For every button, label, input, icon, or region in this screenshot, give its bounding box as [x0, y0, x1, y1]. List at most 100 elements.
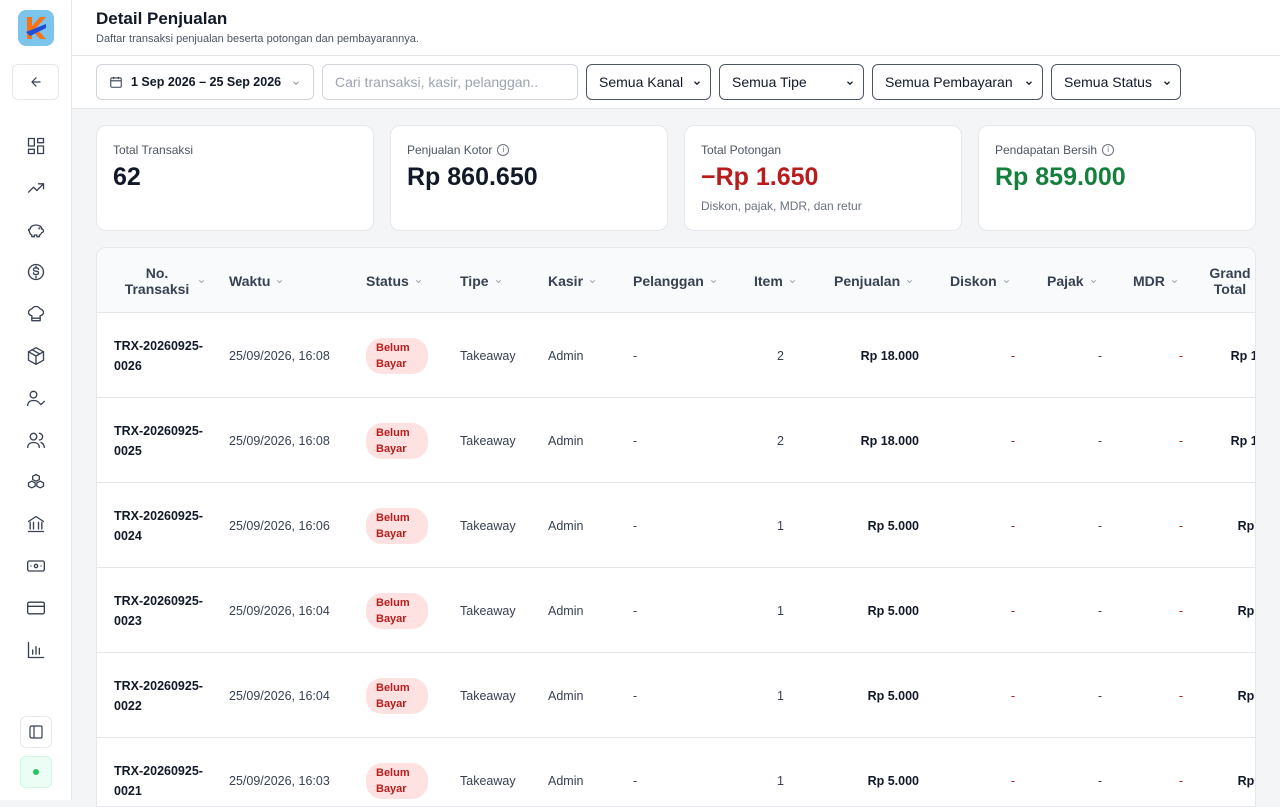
- cell-discount: -: [1010, 518, 1015, 533]
- status-badge: Belum Bayar: [366, 422, 428, 459]
- cell-type: Takeaway: [460, 518, 516, 533]
- cell-trx: TRX-20260925-0021: [114, 763, 203, 798]
- bar-chart-icon: [27, 641, 45, 659]
- cell-sales: Rp 5.000: [867, 518, 919, 533]
- status-badge: Belum Bayar: [366, 507, 428, 544]
- panel-left-icon: [29, 725, 43, 739]
- cell-discount: -: [1010, 603, 1015, 618]
- date-range-value: 1 Sep 2026 – 25 Sep 2026: [131, 75, 282, 89]
- cell-cashier: Admin: [548, 773, 584, 788]
- column-header-label: Waktu: [229, 272, 271, 289]
- column-header[interactable]: No. Transaksi: [114, 248, 214, 313]
- calendar-icon: [110, 76, 122, 88]
- nav-payment[interactable]: [24, 596, 48, 620]
- sort-chevron-icon: [1089, 273, 1098, 289]
- dollar-icon: [27, 263, 45, 281]
- column-header[interactable]: Pajak: [1047, 248, 1098, 313]
- column-header-label: Status: [366, 272, 409, 289]
- column-header[interactable]: MDR: [1133, 248, 1179, 313]
- status-badge: Belum Bayar: [366, 337, 428, 374]
- cell-tax: -: [1097, 433, 1102, 448]
- channel-select[interactable]: Semua Kanal: [586, 64, 711, 100]
- cell-discount: -: [1010, 433, 1015, 448]
- type-select[interactable]: Semua Tipe: [719, 64, 864, 100]
- card-value: Rp 860.650: [407, 163, 538, 191]
- cell-tax: -: [1097, 773, 1102, 788]
- column-header[interactable]: Kasir: [548, 248, 597, 313]
- payment-select-value: Semua Pembayaran: [885, 74, 1013, 90]
- card-label: Total Potongan: [701, 143, 782, 157]
- cell-sales: Rp 18.000: [860, 433, 919, 448]
- cell-trx: TRX-20260925-0026: [114, 338, 203, 373]
- column-header[interactable]: Status: [366, 248, 423, 313]
- card-value: Rp 859.000: [995, 163, 1126, 191]
- card-value: −Rp 1.650: [701, 163, 819, 191]
- column-header[interactable]: Tipe: [460, 248, 503, 313]
- nav-trending[interactable]: [24, 176, 48, 200]
- nav-staff[interactable]: [24, 386, 48, 410]
- column-header[interactable]: Grand Total: [1207, 248, 1255, 313]
- sidebar-toggle-button[interactable]: [20, 716, 52, 748]
- cell-status: Belum Bayar: [366, 653, 446, 738]
- table-row[interactable]: TRX-20260925-0022 25/09/2026, 16:04 Belum …: [97, 653, 1255, 738]
- column-header[interactable]: Item: [754, 248, 797, 313]
- nav-products[interactable]: [24, 344, 48, 368]
- sort-chevron-icon: [414, 273, 423, 289]
- status-select-value: Semua Status: [1064, 74, 1152, 90]
- package-icon: [27, 347, 45, 365]
- card-label: Pendapatan Bersih i: [995, 143, 1115, 157]
- table-row[interactable]: TRX-20260925-0025 25/09/2026, 16:08 Belum …: [97, 398, 1255, 483]
- nav-bank[interactable]: [24, 512, 48, 536]
- status-select[interactable]: Semua Status: [1051, 64, 1181, 100]
- cell-sales: Rp 5.000: [867, 603, 919, 618]
- back-button[interactable]: [12, 64, 59, 100]
- chevron-down-icon: [1164, 81, 1170, 86]
- cell-cashier: Admin: [548, 348, 584, 363]
- chevron-down-icon: [694, 81, 700, 86]
- column-header-label: Pelanggan: [633, 272, 704, 289]
- cell-items: 1: [777, 773, 784, 788]
- cell-mdr: -: [1178, 773, 1183, 788]
- table-row[interactable]: TRX-20260925-0021 25/09/2026, 16:03 Belum …: [97, 738, 1255, 806]
- column-header-label: Tipe: [460, 272, 489, 289]
- info-icon[interactable]: i: [1102, 144, 1115, 156]
- nav-customers[interactable]: [24, 428, 48, 452]
- column-header[interactable]: Diskon: [950, 248, 1011, 313]
- column-header[interactable]: Pelanggan: [633, 248, 718, 313]
- filter-bar: 1 Sep 2026 – 25 Sep 2026 Cari transaksi,…: [72, 56, 1280, 109]
- cell-cashier: Admin: [548, 688, 584, 703]
- table-header: No. Transaksi Waktu Status Tipe Kasir Pelangg…: [97, 248, 1255, 313]
- nav-kitchen[interactable]: [24, 302, 48, 326]
- cell-time: 25/09/2026, 16:08: [229, 433, 330, 448]
- app-logo[interactable]: [18, 10, 54, 46]
- nav-savings[interactable]: [24, 218, 48, 242]
- column-header[interactable]: Penjualan: [834, 248, 914, 313]
- column-header[interactable]: Waktu: [229, 248, 284, 313]
- cell-type: Takeaway: [460, 433, 516, 448]
- column-header-label: No. Transaksi: [124, 264, 190, 297]
- cell-customer: -: [633, 688, 638, 703]
- dashboard-icon: [27, 137, 45, 155]
- info-icon[interactable]: i: [497, 144, 510, 156]
- table-row[interactable]: TRX-20260925-0026 25/09/2026, 16:08 Belum …: [97, 313, 1255, 398]
- date-range-picker[interactable]: 1 Sep 2026 – 25 Sep 2026: [96, 64, 314, 100]
- nav-inventory[interactable]: [24, 470, 48, 494]
- column-header-label: Pajak: [1047, 272, 1084, 289]
- table-row[interactable]: TRX-20260925-0023 25/09/2026, 16:04 Belum …: [97, 568, 1255, 653]
- status-indicator-button[interactable]: [20, 756, 52, 788]
- cell-grand-total: Rp 18.000: [1230, 348, 1255, 363]
- sidebar: [0, 0, 72, 800]
- payment-select[interactable]: Semua Pembayaran: [872, 64, 1043, 100]
- nav-finance[interactable]: [24, 260, 48, 284]
- search-input[interactable]: Cari transaksi, kasir, pelanggan..: [322, 64, 578, 100]
- arrow-left-icon: [30, 77, 41, 87]
- sort-chevron-icon: [905, 273, 914, 289]
- table-row[interactable]: TRX-20260925-0024 25/09/2026, 16:06 Belum …: [97, 483, 1255, 568]
- cell-type: Takeaway: [460, 603, 516, 618]
- bank-icon: [27, 515, 45, 533]
- nav-cash[interactable]: [24, 554, 48, 578]
- nav-dashboard[interactable]: [24, 134, 48, 158]
- trending-up-icon: [27, 183, 45, 193]
- cell-customer: -: [633, 433, 638, 448]
- nav-reports[interactable]: [24, 638, 48, 662]
